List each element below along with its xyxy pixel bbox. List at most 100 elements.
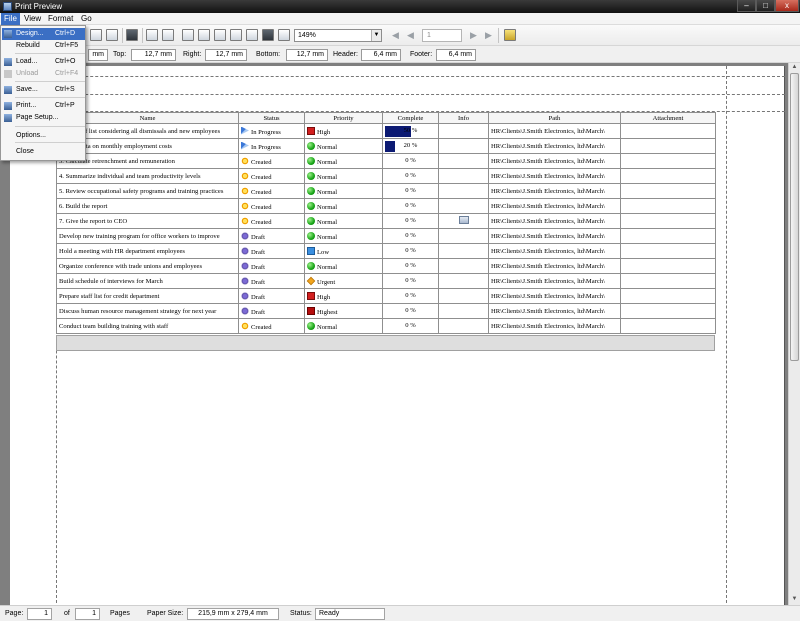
cell-name: 5. Review occupational safety programs a… xyxy=(56,183,239,199)
page-number-input[interactable]: 1 xyxy=(422,29,462,42)
multi-pages-icon[interactable] xyxy=(262,29,274,41)
file-menu-item-rebuild[interactable]: Rebuild Ctrl+F5 xyxy=(2,40,85,52)
footer-margin-label: Footer: xyxy=(410,51,433,58)
cell-status-text: Created xyxy=(251,323,272,331)
cell-status-text: Draft xyxy=(251,293,265,301)
cell-priority: Normal xyxy=(304,198,383,214)
top-margin-field[interactable]: 12,7 mm xyxy=(131,49,176,61)
file-menu-item-print[interactable]: Print... Ctrl+P xyxy=(2,100,85,112)
cell-priority: Normal xyxy=(304,318,383,334)
zoom-select[interactable]: 149% ▼ xyxy=(294,29,382,42)
table-header-row: Name Status Priority Complete Info Path Attach… xyxy=(56,112,716,124)
first-page-icon[interactable]: ◀ xyxy=(390,30,401,40)
minimize-button[interactable]: – xyxy=(737,0,756,12)
file-menu-item-save[interactable]: Save... Ctrl+S xyxy=(2,84,85,96)
cell-priority: Normal xyxy=(304,168,383,184)
prev-page-icon[interactable]: ◀ xyxy=(405,30,416,40)
note-icon xyxy=(458,216,469,224)
close-window-button[interactable]: x xyxy=(775,0,799,12)
cell-attachment xyxy=(620,243,716,259)
cell-priority: High xyxy=(304,123,383,139)
header-margin-field[interactable]: 6,4 mm xyxy=(361,49,401,61)
last-page-icon[interactable]: ▶ xyxy=(483,30,494,40)
cell-name-text: Conduct team building training with staf… xyxy=(59,322,169,330)
complete-percent: 0 % xyxy=(405,292,416,299)
cell-path-text: HR\Clients\J.Smith Electronics, ltd\Marc… xyxy=(491,142,605,150)
header-footer-icon[interactable] xyxy=(182,29,194,41)
file-menu-item-options[interactable]: Options... xyxy=(2,130,85,142)
status-label: Status: xyxy=(290,610,312,617)
cell-path-text: HR\Clients\J.Smith Electronics, ltd\Marc… xyxy=(491,262,605,270)
close-preview-icon[interactable] xyxy=(504,29,516,41)
whole-page-icon[interactable] xyxy=(214,29,226,41)
cell-priority: High xyxy=(304,288,383,304)
menu-format[interactable]: Format xyxy=(45,13,76,25)
column-header-priority: Priority xyxy=(304,112,383,124)
right-margin-field[interactable]: 12,7 mm xyxy=(205,49,247,61)
chevron-down-icon[interactable]: ▼ xyxy=(371,30,381,41)
cell-name-text: 5. Review occupational safety programs a… xyxy=(59,187,224,195)
cell-attachment xyxy=(620,153,716,169)
cell-priority-text: Highest xyxy=(317,308,338,316)
high-priority-icon xyxy=(307,291,315,300)
file-menu-label: Rebuild xyxy=(16,42,40,49)
zoom-value: 149% xyxy=(298,32,316,39)
cell-status-text: In Progress xyxy=(251,143,281,151)
page-setup-icon[interactable] xyxy=(106,29,118,41)
background-icon[interactable] xyxy=(146,29,158,41)
column-header-status: Status xyxy=(238,112,305,124)
two-pages-icon[interactable] xyxy=(230,29,242,41)
cell-priority-text: Normal xyxy=(317,173,338,181)
watermark-icon[interactable] xyxy=(162,29,174,41)
cell-priority: Normal xyxy=(304,228,383,244)
maximize-button[interactable]: □ xyxy=(756,0,775,12)
menu-view[interactable]: View xyxy=(21,13,44,25)
bottom-margin-field[interactable]: 12,7 mm xyxy=(286,49,328,61)
cell-status: In Progress xyxy=(238,138,305,154)
cell-priority-text: Normal xyxy=(317,323,338,331)
scrollbar-thumb[interactable] xyxy=(790,73,799,361)
next-page-icon[interactable]: ▶ xyxy=(468,30,479,40)
zoom-icon[interactable] xyxy=(278,29,290,41)
four-pages-icon[interactable] xyxy=(246,29,258,41)
menu-go[interactable]: Go xyxy=(78,13,95,25)
file-menu-item-load[interactable]: Load... Ctrl+O xyxy=(2,56,85,68)
file-menu-item-pagesetup[interactable]: Page Setup... xyxy=(2,112,85,124)
page-width-icon[interactable] xyxy=(198,29,210,41)
vertical-scrollbar[interactable]: ▲ ▼ xyxy=(788,63,800,605)
complete-percent: 50 % xyxy=(403,127,418,134)
low-priority-icon xyxy=(307,246,315,255)
cell-priority: Normal xyxy=(304,183,383,199)
table-row: Develop new training program for office … xyxy=(56,228,716,244)
cell-path-text: HR\Clients\J.Smith Electronics, ltd\Marc… xyxy=(491,127,605,135)
file-menu-item-close[interactable]: Close xyxy=(2,146,85,158)
complete-percent: 0 % xyxy=(405,277,416,284)
file-menu-shortcut: Ctrl+O xyxy=(55,58,76,65)
scroll-down-icon[interactable]: ▼ xyxy=(789,595,800,604)
scroll-up-icon[interactable]: ▲ xyxy=(789,63,800,72)
complete-percent: 0 % xyxy=(405,157,416,164)
left-margin-field[interactable]: mm xyxy=(88,49,108,61)
cell-priority-text: Normal xyxy=(317,203,338,211)
cell-priority: Low xyxy=(304,243,383,259)
menu-file[interactable]: File xyxy=(1,13,20,25)
paper-size-field: 215,9 mm x 279,4 mm xyxy=(187,608,279,620)
design-report-icon[interactable] xyxy=(126,29,138,41)
footer-margin-field[interactable]: 6,4 mm xyxy=(436,49,476,61)
unload-icon xyxy=(4,70,12,78)
table-row: 3. Calculate retrenchment and remunerati… xyxy=(56,153,716,169)
cell-name-text: 6. Build the report xyxy=(59,202,108,210)
cell-info xyxy=(438,138,489,154)
report-table: Name Status Priority Complete Info Path Attach… xyxy=(56,112,716,334)
file-menu-label: Load... xyxy=(16,58,38,65)
table-row: Hold a meeting with HR department employ… xyxy=(56,243,716,259)
title-bar: Print Preview – □ x xyxy=(0,0,800,13)
cell-path: HR\Clients\J.Smith Electronics, ltd\Marc… xyxy=(488,318,621,334)
toolbar: 149% ▼ ◀ ◀ 1 ▶ ▶ xyxy=(0,25,800,46)
cell-priority-text: Normal xyxy=(317,188,338,196)
cell-status-text: Created xyxy=(251,188,272,196)
cell-attachment xyxy=(620,273,716,289)
print-icon[interactable] xyxy=(90,29,102,41)
file-menu-item-design[interactable]: Design... Ctrl+D xyxy=(2,28,85,40)
cell-priority-text: Low xyxy=(317,248,330,256)
